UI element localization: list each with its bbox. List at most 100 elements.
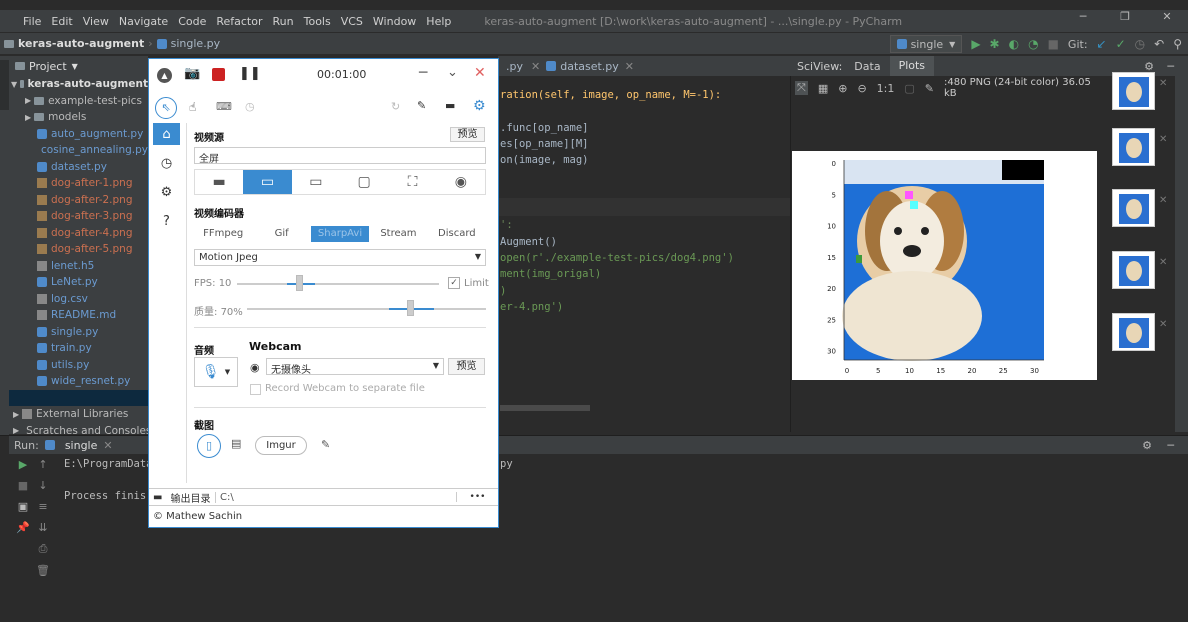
menu-help[interactable]: Help: [421, 15, 456, 28]
webcam-select[interactable]: 无摄像头 ▼: [266, 358, 444, 376]
tree-item[interactable]: dog-after-4.png: [9, 225, 148, 242]
zoom-in-icon[interactable]: ⊕: [838, 82, 847, 95]
gear-icon[interactable]: ⚙: [1144, 60, 1154, 73]
tree-item[interactable]: lenet.h5: [9, 258, 148, 275]
search-everywhere-icon[interactable]: ⚲: [1173, 37, 1182, 51]
timer-icon[interactable]: ◷: [245, 100, 255, 113]
menu-navigate[interactable]: Navigate: [114, 15, 173, 28]
tab-data[interactable]: Data: [842, 60, 889, 73]
cursor-icon[interactable]: ⇖: [155, 97, 177, 119]
tree-item[interactable]: dog-after-3.png: [9, 208, 148, 225]
arrow-up-icon[interactable]: ↑: [38, 458, 47, 471]
screen-icon[interactable]: ▭: [243, 170, 292, 194]
chevrons-down-icon[interactable]: ⌄: [447, 65, 458, 80]
brush-icon[interactable]: ✎: [417, 99, 426, 112]
gamepad-icon[interactable]: ◉: [437, 170, 485, 194]
breadcrumb-project[interactable]: keras-auto-augment: [18, 37, 144, 50]
editor-hscrollbar[interactable]: [500, 405, 590, 411]
menu-code[interactable]: Code: [173, 15, 211, 28]
camera-icon[interactable]: 📷: [184, 66, 200, 81]
record-stop-icon[interactable]: [212, 68, 225, 81]
tree-item[interactable]: dog-after-5.png: [9, 241, 148, 258]
pencil-icon[interactable]: ✎: [321, 438, 330, 451]
gear-icon[interactable]: ⚙: [153, 181, 180, 203]
restore-icon[interactable]: ❐: [1104, 10, 1146, 32]
zoom-out-icon[interactable]: ⊖: [857, 82, 866, 95]
arrow-down-icon[interactable]: ↓: [38, 479, 47, 492]
monitor-icon[interactable]: ▭: [292, 170, 340, 194]
clipboard-icon[interactable]: ▤: [231, 437, 241, 450]
scroll-end-icon[interactable]: ⇊: [38, 521, 47, 534]
debug-icon[interactable]: ✱: [990, 37, 1000, 51]
menu-refactor[interactable]: Refactor: [211, 15, 267, 28]
encoder-sharpavi[interactable]: SharpAvi: [310, 226, 370, 242]
close-icon[interactable]: ✕: [1159, 78, 1167, 89]
keyboard-icon[interactable]: ⌨: [216, 100, 232, 113]
fit-icon[interactable]: ⤧: [795, 81, 808, 95]
encoder-stream[interactable]: Stream: [369, 226, 427, 242]
soft-wrap-icon[interactable]: ≡: [38, 500, 47, 513]
tree-item[interactable]: single.py: [9, 324, 148, 341]
history-icon[interactable]: ◷: [153, 152, 180, 174]
stop-icon[interactable]: ■: [1048, 37, 1059, 51]
webcam-separate-checkbox[interactable]: [250, 384, 261, 395]
minimize-icon[interactable]: ─: [419, 65, 427, 81]
tree-item[interactable]: dataset.py: [9, 159, 148, 176]
limit-checkbox[interactable]: ✓: [448, 277, 460, 289]
save-file-icon[interactable]: ▯: [197, 434, 221, 458]
rerun-icon[interactable]: ▶: [19, 458, 27, 471]
plot-thumbnail[interactable]: [1112, 189, 1155, 227]
menu-file[interactable]: File: [18, 15, 46, 28]
profile-icon[interactable]: ◔: [1028, 37, 1038, 51]
plot-thumbnail[interactable]: [1112, 251, 1155, 289]
collapse-icon[interactable]: ▲: [157, 68, 172, 83]
pause-icon[interactable]: ❚❚: [239, 66, 261, 81]
tree-item[interactable]: dog-after-1.png: [9, 175, 148, 192]
encoder-gif[interactable]: Gif: [252, 226, 310, 242]
close-icon[interactable]: ✕: [1159, 134, 1167, 145]
editor-tab[interactable]: .py: [498, 60, 531, 73]
zoom-level[interactable]: 1:1: [877, 82, 895, 95]
project-tool-tab[interactable]: [0, 60, 9, 110]
menu-tools[interactable]: Tools: [299, 15, 336, 28]
folder-icon[interactable]: ▬: [149, 492, 162, 503]
microphone-button[interactable]: 🎙 ▼: [194, 357, 238, 387]
tree-item[interactable]: train.py: [9, 340, 148, 357]
folder-icon[interactable]: ▬: [445, 99, 455, 112]
output-more-button[interactable]: •••: [456, 492, 498, 502]
close-icon[interactable]: ✕: [474, 65, 486, 81]
layout-icon[interactable]: ▣: [18, 500, 28, 513]
pin-icon[interactable]: 📌: [16, 521, 30, 534]
trash-icon[interactable]: 🗑: [36, 564, 50, 577]
git-commit-icon[interactable]: ✓: [1116, 37, 1126, 51]
eyedropper-icon[interactable]: ✎: [925, 82, 934, 95]
home-icon[interactable]: ⌂: [153, 123, 180, 145]
git-revert-icon[interactable]: ↶: [1154, 37, 1164, 51]
tree-item[interactable]: ▶ example-test-pics: [9, 93, 148, 110]
help-icon[interactable]: ?: [153, 210, 180, 232]
close-icon[interactable]: ✕: [531, 60, 540, 73]
plot-thumbnail[interactable]: [1112, 313, 1155, 351]
menu-view[interactable]: View: [78, 15, 114, 28]
grid-icon[interactable]: ▦: [818, 82, 828, 95]
close-icon[interactable]: ✕: [1159, 195, 1167, 206]
menu-run[interactable]: Run: [268, 15, 299, 28]
webcam-preview-button[interactable]: 预览: [448, 358, 485, 375]
gear-icon[interactable]: ⚙: [1142, 439, 1152, 452]
minimize-icon[interactable]: ─: [1062, 10, 1104, 32]
close-icon[interactable]: ✕: [625, 60, 634, 73]
encoder-ffmpeg[interactable]: FFmpeg: [194, 226, 252, 242]
codec-select[interactable]: Motion Jpeg ▼: [194, 249, 486, 266]
plot-thumbnail[interactable]: [1112, 72, 1155, 110]
quality-slider-thumb[interactable]: [407, 300, 414, 316]
tree-item[interactable]: LeNet.py: [9, 274, 148, 291]
menu-vcs[interactable]: VCS: [336, 15, 368, 28]
stop-icon[interactable]: ■: [18, 479, 28, 492]
close-icon[interactable]: ✕: [1159, 319, 1167, 330]
hide-icon[interactable]: ─: [1167, 60, 1174, 73]
run-config-select[interactable]: single ▼: [889, 35, 963, 53]
run-icon[interactable]: ▶: [971, 37, 980, 51]
tree-item[interactable]: README.md: [9, 307, 148, 324]
close-icon[interactable]: ✕: [103, 439, 112, 452]
tree-item[interactable]: wide_resnet.py: [9, 373, 148, 390]
